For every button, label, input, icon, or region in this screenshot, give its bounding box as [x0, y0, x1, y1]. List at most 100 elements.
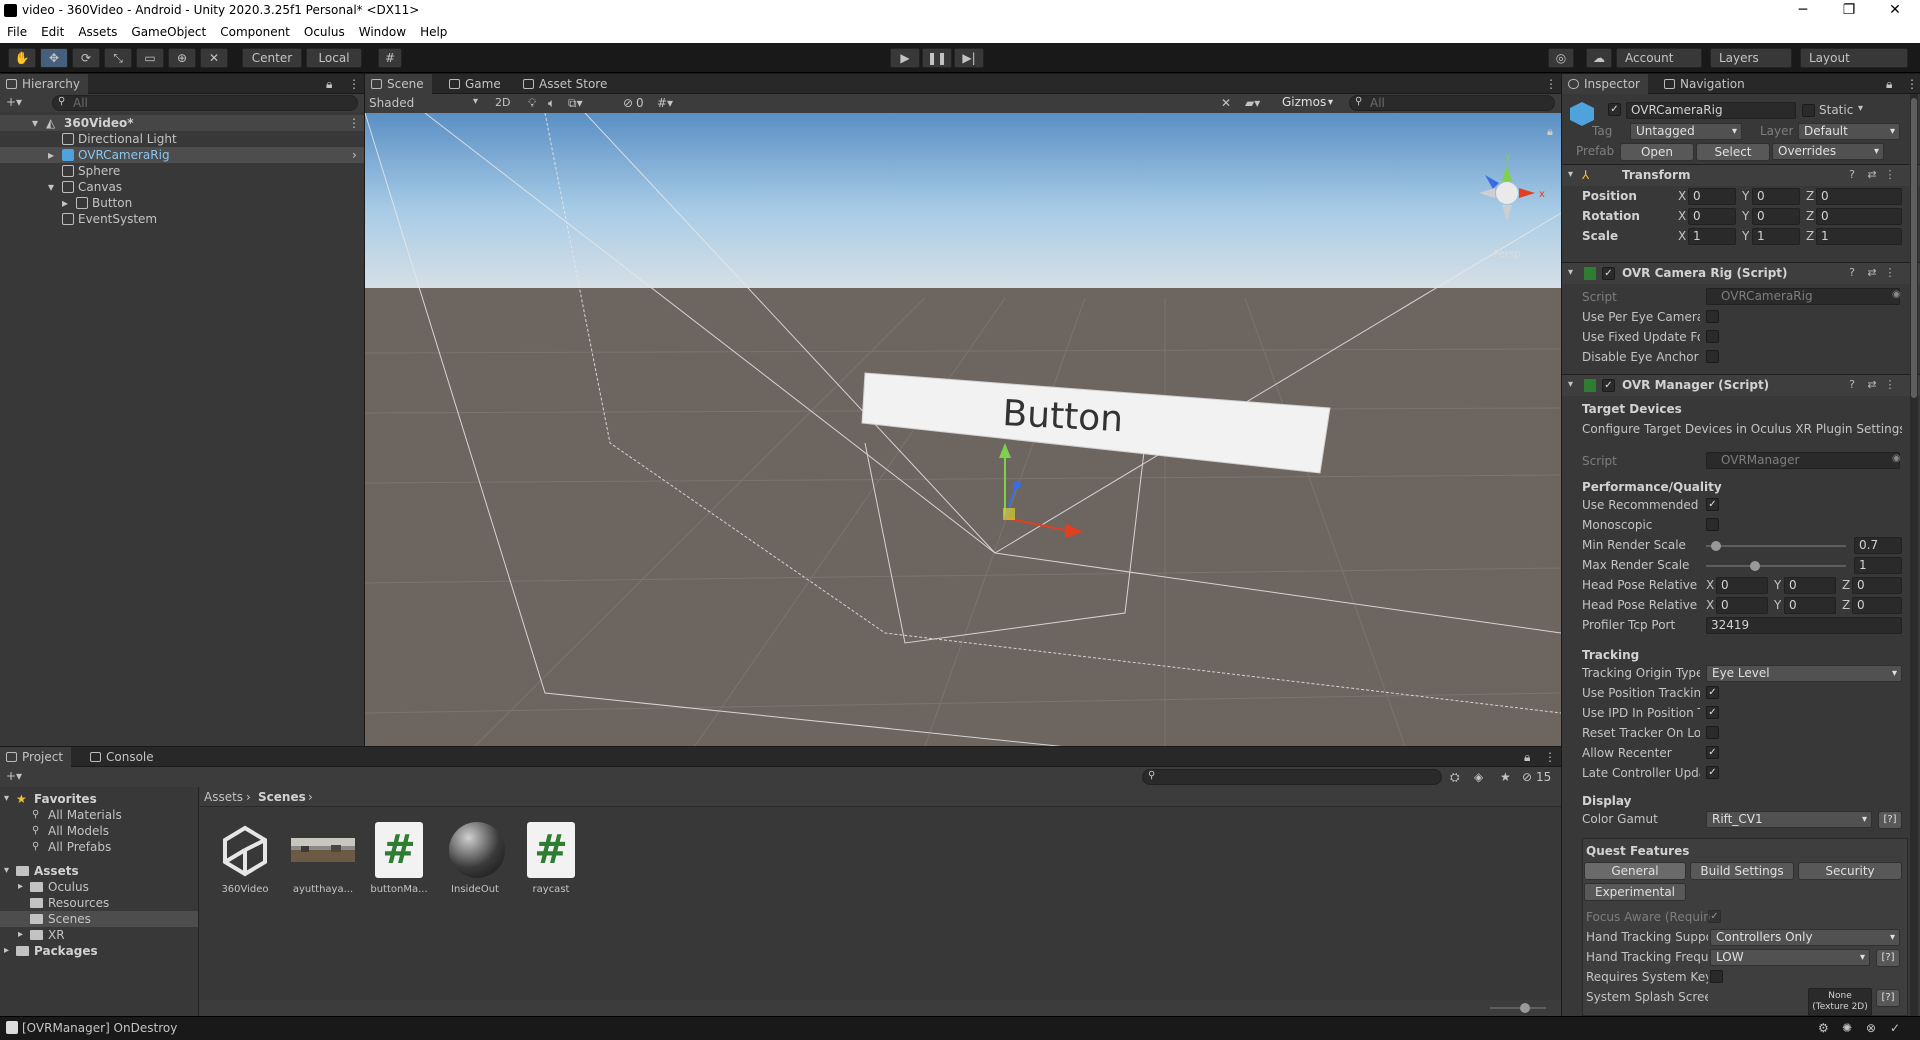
static-dropdown-icon[interactable]: ▾ — [1858, 103, 1863, 114]
preset-icon[interactable]: ⇄ — [1866, 379, 1878, 391]
quest-tab-general[interactable]: General — [1584, 862, 1686, 880]
favorites-row[interactable]: ▾ ★ Favorites — [0, 791, 198, 807]
scene-search-input[interactable]: All — [1349, 95, 1555, 111]
profiler-port-field[interactable]: 32419 — [1706, 617, 1902, 634]
collab-icon[interactable]: ◎ — [1548, 48, 1574, 68]
help-icon[interactable]: ? — [1846, 169, 1858, 181]
lighting-toggle-icon[interactable]: 💡︎ — [528, 96, 536, 111]
close-button[interactable]: ✕ — [1872, 0, 1918, 22]
tab-scene[interactable]: Scene — [365, 74, 432, 94]
layers-dropdown[interactable]: Layers — [1710, 48, 1792, 68]
tab-navigation[interactable]: Navigation — [1658, 74, 1753, 94]
step-button[interactable]: ▶| — [954, 48, 984, 68]
camera-rig-header[interactable]: ▾ ✓ OVR Camera Rig (Script) ? ⇄ ⋮ — [1562, 262, 1920, 284]
head-pose2-y[interactable]: 0 — [1784, 597, 1836, 614]
menu-component[interactable]: Component — [213, 22, 297, 39]
slider-knob[interactable] — [1520, 1003, 1530, 1013]
expand-arrow-icon[interactable]: ▾ — [1568, 169, 1573, 180]
prefab-overrides-dropdown[interactable]: Overrides — [1772, 143, 1884, 160]
slider-knob[interactable] — [1710, 541, 1721, 551]
transform-header[interactable]: ▾ ⅄ Transform ? ⇄ ⋮ — [1562, 164, 1920, 186]
color-gamut-help-button[interactable]: [?] — [1878, 811, 1902, 829]
component-menu-icon[interactable]: ⋮ — [1884, 379, 1896, 391]
quest-tab-build-settings[interactable]: Build Settings — [1690, 862, 1794, 880]
grid-dropdown-icon[interactable]: #▾ — [657, 96, 673, 110]
hierarchy-item[interactable]: ▾ Canvas — [0, 179, 364, 195]
lock-icon[interactable]: 🔒︎ — [1886, 77, 1892, 92]
slider-knob[interactable] — [1750, 561, 1760, 571]
camera-rig-enabled-checkbox[interactable]: ✓ — [1602, 267, 1615, 280]
assets-root-row[interactable]: ▾ Assets — [0, 863, 198, 879]
pivot-center-toggle[interactable]: Center — [242, 48, 302, 68]
packages-root-row[interactable]: ▸ Packages — [0, 943, 198, 959]
effects-dropdown-icon[interactable]: ⧉▾ — [568, 96, 583, 111]
head-pose1-x[interactable]: 0 — [1716, 577, 1768, 594]
scale-tool-icon[interactable]: ⤡ — [104, 48, 132, 68]
active-checkbox[interactable]: ✓ — [1608, 103, 1621, 116]
expand-arrow-icon[interactable]: ▸ — [4, 943, 9, 959]
head-pose1-z[interactable]: 0 — [1852, 577, 1902, 594]
status-message[interactable]: [OVRManager] OnDestroy — [22, 1021, 177, 1035]
panel-menu-icon[interactable]: ⋮ — [1906, 77, 1918, 91]
help-icon[interactable]: ? — [1846, 267, 1858, 279]
lock-icon[interactable]: 🔒︎ — [326, 77, 332, 92]
menu-window[interactable]: Window — [352, 22, 413, 39]
asset-item[interactable]: InsideOut — [440, 822, 510, 895]
transform-tool-icon[interactable]: ⊕ — [168, 48, 196, 68]
hierarchy-search-input[interactable]: All — [52, 95, 358, 111]
hand-freq-help-button[interactable]: [?] — [1876, 949, 1900, 967]
requires-system-key-checkbox[interactable] — [1710, 970, 1723, 983]
head-pose2-x[interactable]: 0 — [1716, 597, 1768, 614]
menu-file[interactable]: File — [0, 22, 34, 39]
transform-scale-z[interactable]: 1 — [1816, 228, 1902, 245]
tab-inspector[interactable]: Inspector — [1562, 74, 1648, 94]
menu-gameobject[interactable]: GameObject — [124, 22, 213, 39]
project-search-input[interactable] — [1142, 769, 1442, 785]
account-dropdown[interactable]: Account — [1616, 48, 1702, 68]
panel-menu-icon[interactable]: ⋮ — [1544, 750, 1556, 764]
menu-help[interactable]: Help — [413, 22, 454, 39]
preset-icon[interactable]: ⇄ — [1866, 169, 1878, 181]
expand-arrow-icon[interactable]: ▸ — [62, 195, 68, 211]
tab-asset-store[interactable]: Asset Store — [517, 74, 615, 94]
expand-arrow-icon[interactable]: ▾ — [1568, 267, 1573, 278]
help-icon[interactable]: ? — [1846, 379, 1858, 391]
asset-item[interactable]: 360Video — [210, 822, 280, 895]
component-menu-icon[interactable]: ⋮ — [1884, 267, 1896, 279]
splash-help-button[interactable]: [?] — [1876, 989, 1900, 1007]
asset-item[interactable]: ayutthaya... — [288, 822, 358, 895]
favorite-item[interactable]: ⚲ All Materials — [0, 807, 198, 823]
transform-rotation-z[interactable]: 0 — [1816, 208, 1902, 225]
auto-generate-lighting-icon[interactable]: ✺ — [1842, 1021, 1852, 1035]
play-button[interactable]: ▶ — [890, 48, 920, 68]
layer-dropdown[interactable]: Default — [1798, 123, 1900, 140]
filter-type-icon[interactable]: ⛭ — [1450, 770, 1460, 785]
breadcrumb-assets[interactable]: Assets — [204, 790, 243, 804]
ovr-manager-enabled-checkbox[interactable]: ✓ — [1602, 379, 1615, 392]
max-render-slider[interactable] — [1706, 561, 1846, 571]
max-render-value[interactable]: 1 — [1854, 557, 1902, 574]
splash-texture-field[interactable]: None (Texture 2D) — [1808, 988, 1872, 1016]
static-checkbox[interactable] — [1802, 104, 1815, 117]
menu-oculus[interactable]: Oculus — [297, 22, 352, 39]
head-pose1-y[interactable]: 0 — [1784, 577, 1836, 594]
hierarchy-item-selected[interactable]: ▸ OVRCameraRig › — [0, 147, 364, 163]
panel-menu-icon[interactable]: ⋮ — [348, 77, 360, 91]
menu-edit[interactable]: Edit — [34, 22, 71, 39]
use-recommended-checkbox[interactable]: ✓ — [1706, 498, 1719, 511]
pivot-local-toggle[interactable]: Local — [306, 48, 362, 68]
rect-tool-icon[interactable]: ▭ — [136, 48, 164, 68]
create-add-icon[interactable]: +▾ — [6, 95, 22, 109]
monoscopic-checkbox[interactable] — [1706, 518, 1719, 531]
use-ipd-checkbox[interactable]: ✓ — [1706, 706, 1719, 719]
scene-menu-icon[interactable]: ⋮ — [348, 115, 360, 131]
cloud-icon[interactable]: ☁ — [1586, 48, 1612, 68]
transform-position-z[interactable]: 0 — [1816, 188, 1902, 205]
ovr-manager-script-field[interactable]: OVRManager — [1706, 452, 1900, 469]
use-fixed-update-checkbox[interactable] — [1706, 330, 1719, 343]
use-per-eye-cameras-checkbox[interactable] — [1706, 310, 1719, 323]
asset-item[interactable]: # buttonMa... — [364, 822, 434, 895]
lock-icon[interactable]: 🔒︎ — [1524, 750, 1530, 765]
move-tool-icon[interactable]: ✥ — [40, 48, 68, 68]
network-icon[interactable]: ⊗ — [1866, 1021, 1876, 1035]
